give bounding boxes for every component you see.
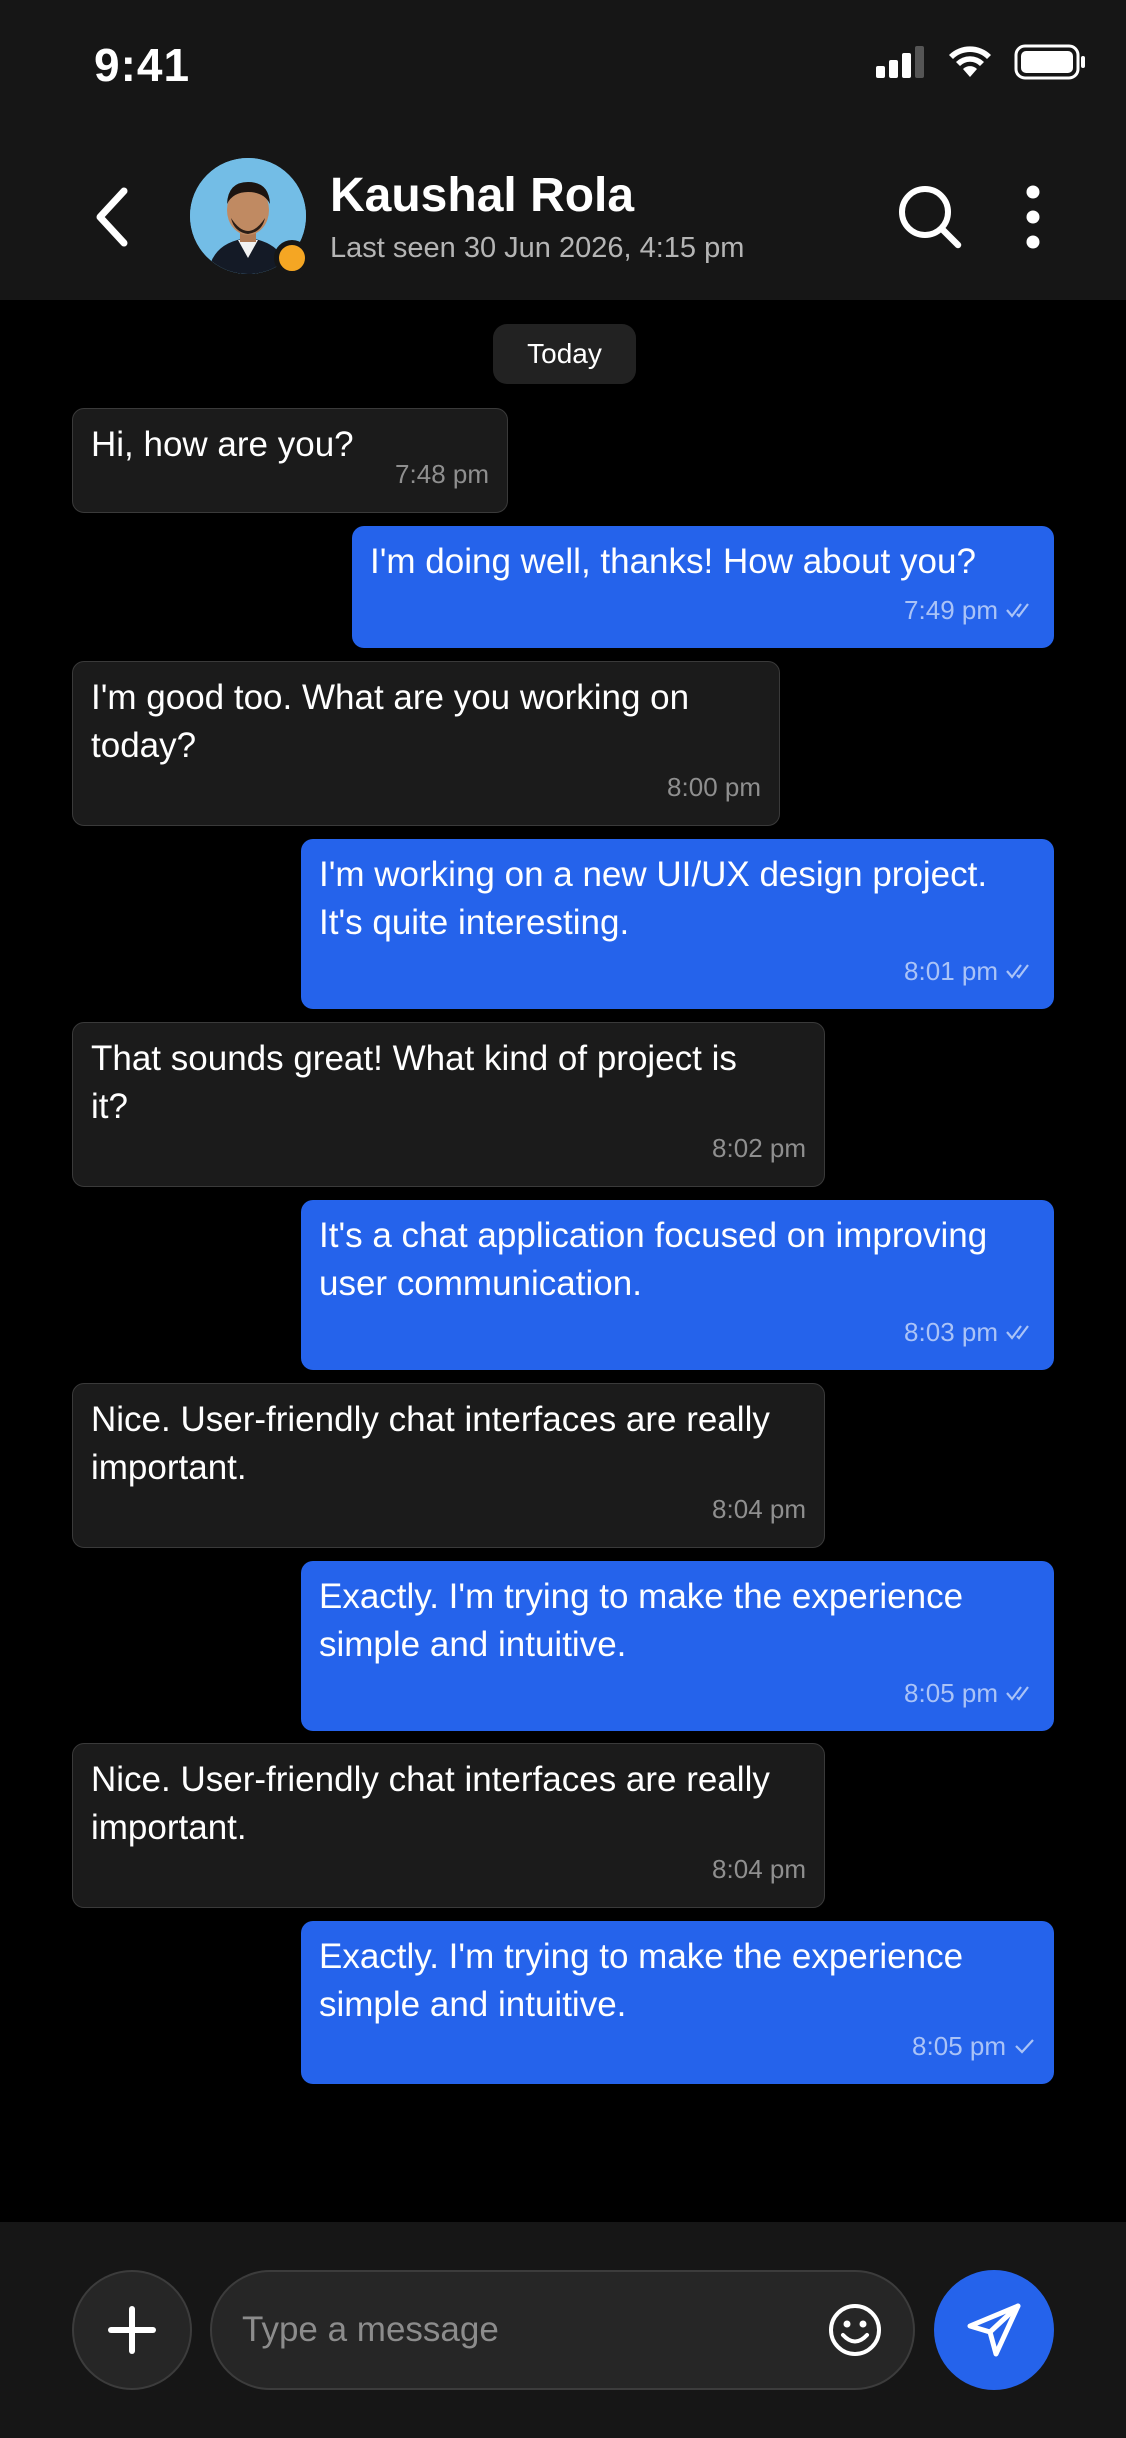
smile-icon[interactable]	[827, 2302, 883, 2358]
check-icon	[1015, 2039, 1034, 2054]
wifi-icon	[949, 46, 991, 77]
message-time: 7:49 pm	[904, 595, 998, 625]
message-outgoing[interactable]: Exactly. I'm trying to make the experien…	[301, 1561, 1054, 1731]
message-text: Exactly. I'm trying to make the experien…	[319, 1937, 964, 2024]
double-check-icon	[1006, 1325, 1029, 1340]
search-icon	[899, 186, 962, 249]
message-time: 8:03 pm	[904, 1317, 998, 1347]
message-text: Exactly. I'm trying to make the experien…	[319, 1577, 964, 1664]
chat-header: Kaushal Rola Last seen 30 Jun 2026, 4:15…	[0, 130, 1126, 300]
message-text: I'm doing well, thanks! How about you?	[370, 542, 976, 581]
message-incoming[interactable]: Nice. User-friendly chat interfaces are …	[72, 1383, 825, 1548]
message-time: 8:02 pm	[712, 1133, 806, 1163]
status-time: 9:41	[94, 39, 191, 91]
message-text: That sounds great! What kind of project …	[91, 1039, 737, 1126]
status-icons	[876, 44, 1086, 80]
message-incoming[interactable]: I'm good too. What are you working on to…	[72, 661, 780, 826]
message-input[interactable]	[242, 2272, 802, 2388]
last-seen-status: Last seen 30 Jun 2026, 4:15 pm	[330, 232, 745, 264]
message-incoming[interactable]: Hi, how are you? 7:48 pm	[72, 408, 508, 513]
date-separator: Today	[493, 324, 636, 384]
battery-icon	[1014, 44, 1085, 80]
message-field	[210, 2270, 915, 2390]
chevron-left-icon	[96, 187, 128, 247]
message-time: 8:00 pm	[667, 772, 761, 802]
message-time: 8:04 pm	[712, 1494, 806, 1524]
message-outgoing[interactable]: It's a chat application focused on impro…	[301, 1200, 1054, 1370]
double-check-icon	[1006, 1686, 1029, 1701]
status-bar: 9:41	[0, 0, 1126, 130]
message-outgoing[interactable]: Exactly. I'm trying to make the experien…	[301, 1921, 1054, 2084]
message-text: Nice. User-friendly chat interfaces are …	[91, 1760, 770, 1847]
plus-icon	[108, 2306, 156, 2354]
double-check-icon	[1006, 603, 1029, 618]
message-time: 8:05 pm	[912, 2031, 1006, 2061]
message-incoming[interactable]: That sounds great! What kind of project …	[72, 1022, 825, 1187]
message-time: 8:04 pm	[712, 1854, 806, 1884]
more-options-button[interactable]	[1010, 182, 1056, 252]
more-vertical-icon	[1026, 185, 1040, 249]
signal-icon	[876, 46, 924, 78]
message-text: I'm good too. What are you working on to…	[91, 678, 690, 765]
contact-name[interactable]: Kaushal Rola	[330, 168, 634, 223]
online-status-dot	[274, 240, 310, 276]
message-outgoing[interactable]: I'm working on a new UI/UX design projec…	[301, 839, 1054, 1009]
back-button[interactable]	[82, 182, 142, 252]
attach-button[interactable]	[72, 2270, 192, 2390]
send-icon	[967, 2303, 1021, 2357]
search-button[interactable]	[895, 182, 965, 252]
message-incoming[interactable]: Nice. User-friendly chat interfaces are …	[72, 1743, 825, 1908]
message-text: I'm working on a new UI/UX design projec…	[319, 855, 988, 942]
message-time: 8:01 pm	[904, 956, 998, 986]
message-outgoing[interactable]: I'm doing well, thanks! How about you? 7…	[352, 526, 1054, 648]
send-button[interactable]	[934, 2270, 1054, 2390]
message-text: It's a chat application focused on impro…	[319, 1216, 988, 1303]
message-text: Nice. User-friendly chat interfaces are …	[91, 1400, 770, 1487]
message-composer	[0, 2222, 1126, 2438]
message-time: 8:05 pm	[904, 1678, 998, 1708]
message-time: 7:48 pm	[395, 459, 489, 489]
double-check-icon	[1006, 964, 1029, 979]
